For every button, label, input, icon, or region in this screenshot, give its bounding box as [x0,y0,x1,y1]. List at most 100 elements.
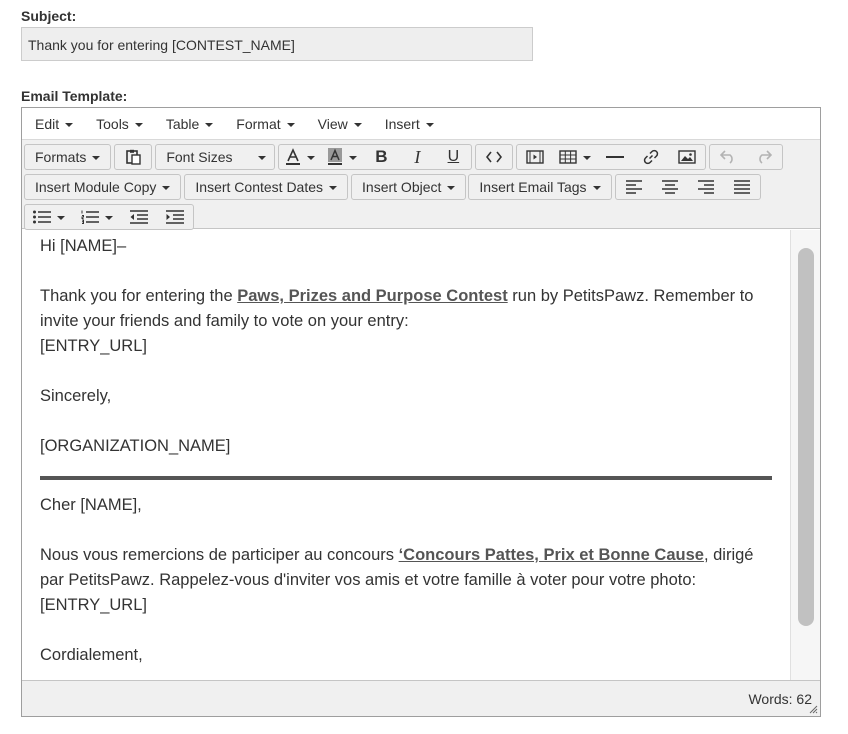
image-button[interactable] [669,145,705,169]
table-icon [559,150,578,164]
menu-format[interactable]: Format [228,108,302,139]
menu-tools[interactable]: Tools [88,108,151,139]
redo-button[interactable] [746,145,782,169]
bold-icon: B [375,147,388,166]
editor-content-area[interactable]: Hi [NAME]– Thank you for entering the Pa… [22,230,790,680]
subject-label: Subject: [21,8,77,24]
chevron-down-icon [57,216,65,220]
undo-icon [720,150,734,164]
link-button[interactable] [633,145,669,169]
align-right-icon [697,180,714,194]
indent-button[interactable] [157,205,193,229]
background-color-icon [328,148,343,165]
editor-menubar: Edit Tools Table Format View Insert [22,108,820,140]
menu-view[interactable]: View [310,108,370,139]
resize-handle-icon[interactable] [809,705,818,714]
source-code-button[interactable] [476,145,512,169]
email-template-editor: Edit Tools Table Format View Insert Form… [21,107,821,717]
menu-view-label: View [317,115,348,132]
paste-icon [126,149,142,165]
align-left-icon [625,180,642,194]
insert-object-dropdown[interactable]: Insert Object [352,175,465,199]
chevron-down-icon [258,156,267,160]
font-sizes-dropdown[interactable]: Font Sizes [156,145,274,169]
table-button[interactable] [553,145,597,169]
numbered-list-button[interactable] [73,205,121,229]
align-left-button[interactable] [616,175,652,199]
contest-link-fr[interactable]: ‘Concours Pattes, Prix et Bonne Cause [399,546,704,564]
chevron-down-icon [592,186,601,190]
insert-module-copy-label: Insert Module Copy [35,179,157,195]
greeting-fr: Cher [NAME], [40,496,142,514]
organization-name: [ORGANIZATION_NAME] [40,437,231,455]
chevron-down-icon [286,122,295,127]
insert-contest-dates-label: Insert Contest Dates [195,179,324,195]
menu-insert[interactable]: Insert [377,108,442,139]
font-color-button[interactable] [279,145,321,169]
editor-toolbar: Formats Font Sizes B I U Insert Module C… [22,140,820,230]
outdent-button[interactable] [121,205,157,229]
chevron-down-icon [205,122,214,127]
subject-input[interactable]: Thank you for entering [CONTEST_NAME] [21,27,533,61]
redo-icon [759,150,773,164]
email-body[interactable]: Hi [NAME]– Thank you for entering the Pa… [22,230,790,668]
word-count: Words: 62 [748,691,812,707]
insert-email-tags-label: Insert Email Tags [479,179,587,195]
link-icon [644,149,659,165]
background-color-button[interactable] [321,145,363,169]
entry-url-en: [ENTRY_URL] [40,337,147,355]
bullet-list-button[interactable] [25,205,73,229]
horizontal-rule-button[interactable] [597,145,633,169]
content-scrollbar[interactable] [790,230,820,680]
chevron-down-icon [353,122,362,127]
body-paragraph-en: Thank you for entering the Paws, Prizes … [40,284,772,334]
align-center-button[interactable] [652,175,688,199]
horizontal-rule [40,476,772,480]
email-template-label: Email Template: [21,88,128,104]
font-sizes-label: Font Sizes [166,149,233,165]
formats-dropdown[interactable]: Formats [25,145,110,169]
outdent-icon [130,210,148,224]
chevron-down-icon [447,186,456,190]
contest-link-en[interactable]: Paws, Prizes and Purpose Contest [237,287,508,305]
menu-tools-label: Tools [96,115,129,132]
media-icon [526,150,545,164]
chevron-down-icon [162,186,171,190]
align-center-icon [661,180,678,194]
undo-button[interactable] [710,145,746,169]
scrollbar-thumb[interactable] [798,248,814,626]
formats-label: Formats [35,149,87,165]
body-fr-text: Nous vous remercions de participer au co… [40,546,399,564]
justify-button[interactable] [724,175,760,199]
indent-icon [166,210,184,224]
insert-module-copy-dropdown[interactable]: Insert Module Copy [25,175,180,199]
menu-table-label: Table [165,115,200,132]
chevron-down-icon [329,186,338,190]
font-color-icon [286,148,301,165]
body-en-text: Thank you for entering the [40,287,238,305]
signoff-fr: Cordialement, [40,646,143,664]
menu-table[interactable]: Table [158,108,221,139]
underline-button[interactable]: U [435,145,471,169]
insert-email-tags-dropdown[interactable]: Insert Email Tags [469,175,610,199]
menu-edit[interactable]: Edit [27,108,81,139]
insert-contest-dates-dropdown[interactable]: Insert Contest Dates [185,175,347,199]
paste-button[interactable] [115,145,151,169]
numbered-list-icon [81,210,99,224]
image-icon [678,150,697,164]
underline-icon: U [447,148,460,165]
body-paragraph-fr: Nous vous remercions de participer au co… [40,543,772,593]
chevron-down-icon [92,156,101,160]
media-button[interactable] [517,145,553,169]
chevron-down-icon [105,216,113,220]
insert-object-label: Insert Object [362,179,442,195]
bold-button[interactable]: B [363,145,399,169]
chevron-down-icon [134,122,143,127]
align-right-button[interactable] [688,175,724,199]
bullet-list-icon [33,210,51,224]
source-code-icon [486,151,503,163]
menu-insert-label: Insert [384,115,420,132]
chevron-down-icon [583,156,592,160]
italic-button[interactable]: I [399,145,435,169]
horizontal-rule-icon [606,156,625,158]
